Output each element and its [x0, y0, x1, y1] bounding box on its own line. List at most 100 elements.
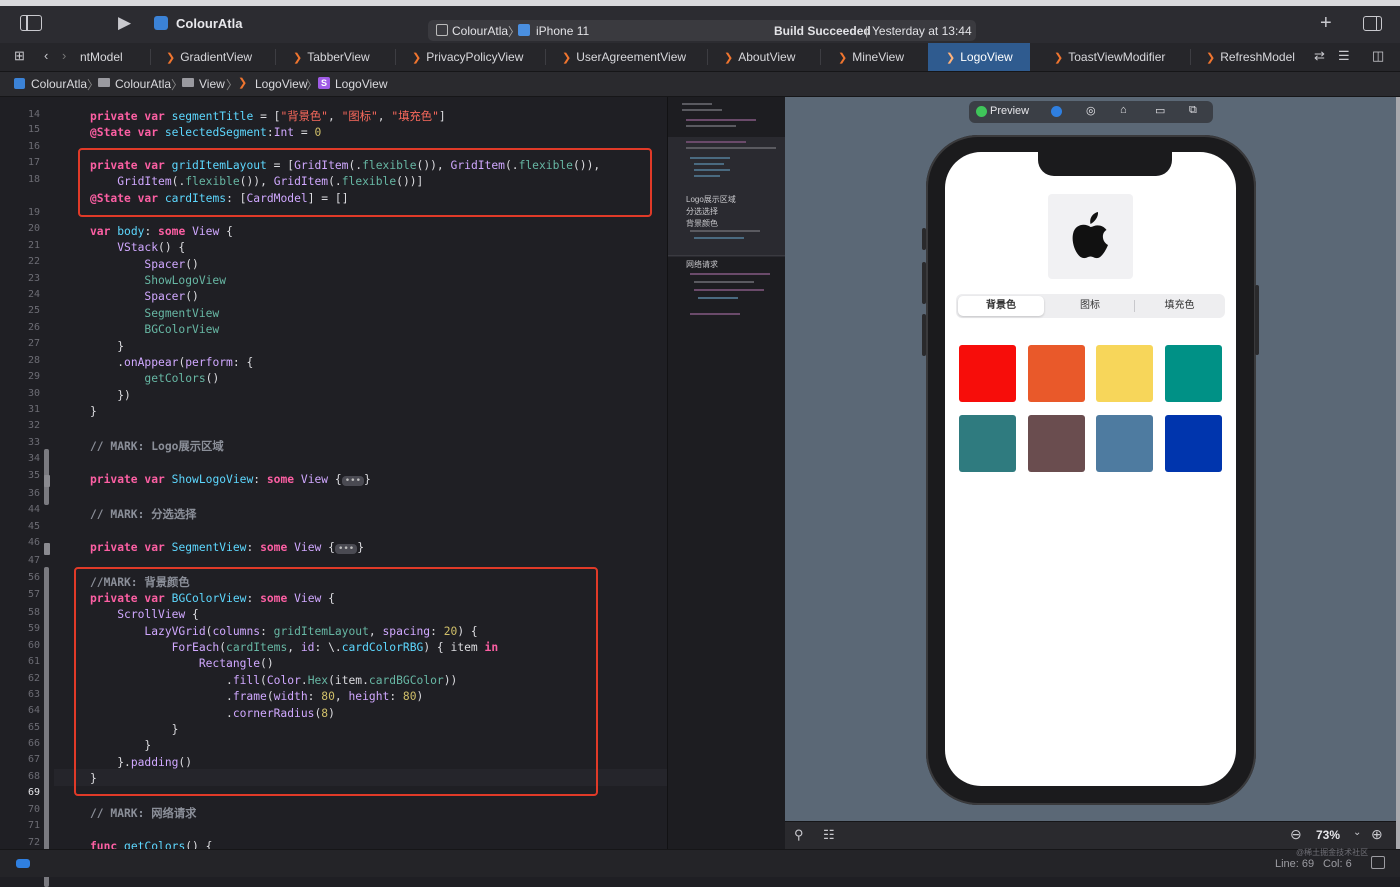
run-icon[interactable]: ▶ [118, 13, 131, 33]
line-number: 66 [27, 738, 40, 749]
forward-icon[interactable]: › [62, 48, 66, 63]
tab-toastviewmodifier[interactable]: ❯ ToastViewModifier [1054, 43, 1165, 71]
tab-useragreementview[interactable]: ❯ UserAgreementView [562, 43, 686, 71]
breadcrumb: ColourAtla 〉 ColourAtla 〉 View 〉 ❯ LogoV… [0, 72, 1400, 97]
breadcrumb-item[interactable]: ColourAtla [31, 77, 87, 91]
mark-comment: 网络请求 [151, 807, 197, 820]
swift-icon: ❯ [238, 77, 248, 89]
line-number: 57 [27, 589, 40, 600]
preview-label[interactable]: Preview [990, 105, 1029, 117]
color-card[interactable] [1028, 415, 1085, 472]
tab-label: GradientView [180, 50, 253, 64]
line-number: 36 [27, 488, 40, 499]
line-number: 62 [27, 673, 40, 684]
zoom-out-icon[interactable]: ⊖ [1290, 826, 1302, 843]
minimap-line [682, 103, 712, 105]
fold-ribbon-icon[interactable] [44, 543, 50, 555]
breadcrumb-item[interactable]: LogoView [335, 77, 388, 91]
tab-gradientview[interactable]: ❯ GradientView [166, 43, 252, 71]
line-number: 58 [27, 607, 40, 618]
project-name[interactable]: ColourAtla [176, 16, 242, 31]
swift-icon: ❯ [838, 52, 848, 64]
split-editor-icon[interactable]: ◫ [1372, 48, 1384, 64]
color-card[interactable] [959, 345, 1016, 402]
editor-options-icon[interactable]: ☰ [1338, 48, 1350, 64]
code-line: Spacer() [144, 290, 199, 303]
debug-area-toggle-icon[interactable] [16, 859, 30, 868]
device-name[interactable]: iPhone 11 [536, 24, 589, 38]
tab-mineview[interactable]: ❯ MineView [838, 43, 904, 71]
duplicate-icon[interactable]: ⧉ [1189, 104, 1197, 117]
line-number: 71 [27, 820, 40, 831]
power-button [1255, 285, 1259, 355]
color-card[interactable] [1165, 415, 1222, 472]
color-card[interactable] [1096, 345, 1153, 402]
sidebar-toggle-icon[interactable] [20, 15, 42, 31]
tab-logoview[interactable]: ❯ LogoView [928, 43, 1030, 71]
segment-fill-color[interactable]: 填充色 [1136, 296, 1223, 316]
string-literal: "背景色" [280, 110, 328, 123]
line-number: 15 [27, 124, 40, 135]
line-number: 44 [27, 504, 40, 515]
device-settings-icon[interactable]: ▭ [1155, 104, 1165, 117]
tab-ntmodel[interactable]: ntModel [80, 43, 123, 71]
variants-icon[interactable]: ☷ [823, 827, 835, 843]
related-items-icon[interactable]: ⇄ [1314, 48, 1325, 64]
breadcrumb-item[interactable]: ColourAtla [115, 77, 171, 91]
zoom-level[interactable]: 73% [1316, 828, 1340, 842]
folded-code-icon[interactable]: ••• [334, 544, 358, 554]
segment-background-color[interactable]: 背景色 [958, 296, 1044, 316]
tab-tabberview[interactable]: ❯ TabberView [293, 43, 370, 71]
chevron-down-icon[interactable]: ⌄ [1353, 827, 1361, 838]
line-number: 14 [27, 109, 40, 120]
tab-aboutview[interactable]: ❯ AboutView [724, 43, 795, 71]
code-line: BGColorView [144, 323, 220, 336]
grid-icon[interactable]: ⊞ [14, 48, 25, 64]
scheme-target[interactable]: ColourAtla [452, 24, 508, 38]
tab-label: ToastViewModifier [1068, 50, 1166, 64]
rotate-icon[interactable]: ⌂ [1120, 104, 1127, 116]
tab-label: LogoView [960, 50, 1013, 64]
tab-privacypolicyview[interactable]: ❯ PrivacyPolicyView [412, 43, 523, 71]
tab-divider [275, 49, 276, 65]
zoom-in-icon[interactable]: ⊕ [1371, 826, 1383, 843]
line-number: 60 [27, 640, 40, 651]
cursor-line: Line: 69 [1275, 858, 1315, 870]
minimap-line [690, 273, 770, 275]
code-line: VStack() { [117, 241, 186, 254]
line-number: 46 [27, 537, 40, 548]
fold-ribbon-icon[interactable] [44, 475, 50, 487]
breadcrumb-item[interactable]: LogoView [255, 77, 308, 91]
scheme-activity-bar[interactable]: ColourAtla 〉 iPhone 11 Build Succeeded |… [428, 20, 976, 41]
code-line: var body: some View { [90, 225, 233, 238]
code-editor[interactable]: private var segmentTitle = ["背景色", "图标",… [54, 97, 667, 849]
line-number: 21 [27, 240, 40, 251]
line-number: 56 [27, 572, 40, 583]
tab-label: RefreshModel [1220, 50, 1295, 64]
breadcrumb-item[interactable]: View [199, 77, 225, 91]
tab-divider [820, 49, 821, 65]
segment-icon[interactable]: 图标 [1046, 296, 1134, 316]
tab-refreshmodel[interactable]: ❯ RefreshModel [1206, 43, 1295, 71]
app-icon [14, 78, 25, 89]
color-card[interactable] [959, 415, 1016, 472]
inspector-toggle-icon[interactable] [1363, 16, 1382, 31]
color-card[interactable] [1165, 345, 1222, 402]
inspect-icon[interactable]: ◎ [1086, 104, 1096, 117]
canvas-toolbar: ⚲ ☷ ⊖ 73% ⌄ ⊕ [785, 821, 1396, 850]
tab-divider [707, 49, 708, 65]
mute-button [922, 228, 926, 250]
minimap[interactable]: Logo展示区域 分选选择 背景颜色 网络请求 [667, 97, 785, 849]
swift-icon: ❯ [412, 52, 422, 64]
add-icon[interactable]: + [1320, 12, 1332, 35]
live-preview-icon[interactable] [1051, 106, 1062, 117]
code-line: // MARK: Logo展示区域 [90, 440, 224, 453]
pin-icon[interactable]: ⚲ [794, 827, 804, 843]
panel-toggle-icon[interactable] [1371, 856, 1385, 869]
line-number: 65 [27, 722, 40, 733]
color-card[interactable] [1096, 415, 1153, 472]
folded-code-icon[interactable]: ••• [341, 476, 364, 486]
mark-comment: Logo展示区域 [151, 440, 224, 453]
color-card[interactable] [1028, 345, 1085, 402]
back-icon[interactable]: ‹ [44, 48, 48, 63]
